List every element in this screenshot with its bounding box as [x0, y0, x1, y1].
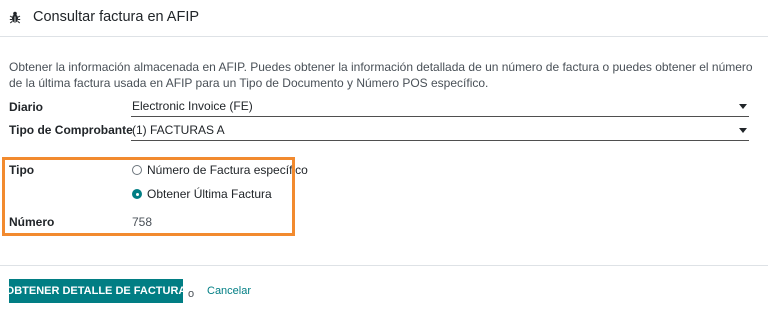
- tipo-comprobante-value: (1) FACTURAS A: [132, 123, 225, 137]
- cancel-button[interactable]: Cancelar: [207, 285, 251, 297]
- dialog-title: Consultar factura en AFIP: [33, 9, 200, 25]
- diario-value: Electronic Invoice (FE): [132, 99, 253, 113]
- tipo-comprobante-select[interactable]: (1) FACTURAS A: [131, 122, 749, 141]
- obtener-detalle-button[interactable]: OBTENER DETALLE DE FACTURA: [6, 279, 186, 303]
- chevron-down-icon: [739, 128, 747, 133]
- diario-label: Diario: [9, 100, 44, 114]
- description-text: Obtener la información almacenada en AFI…: [9, 60, 753, 90]
- header-divider: [0, 36, 768, 37]
- highlight-box: [2, 157, 295, 236]
- chevron-down-icon: [739, 104, 747, 109]
- diario-select[interactable]: Electronic Invoice (FE): [131, 98, 749, 117]
- bug-icon: [9, 11, 21, 24]
- footer-divider: [0, 265, 768, 266]
- dialog-header: Consultar factura en AFIP: [0, 0, 768, 36]
- or-text: o: [188, 288, 195, 300]
- tipo-comprobante-label: Tipo de Comprobante: [9, 123, 133, 137]
